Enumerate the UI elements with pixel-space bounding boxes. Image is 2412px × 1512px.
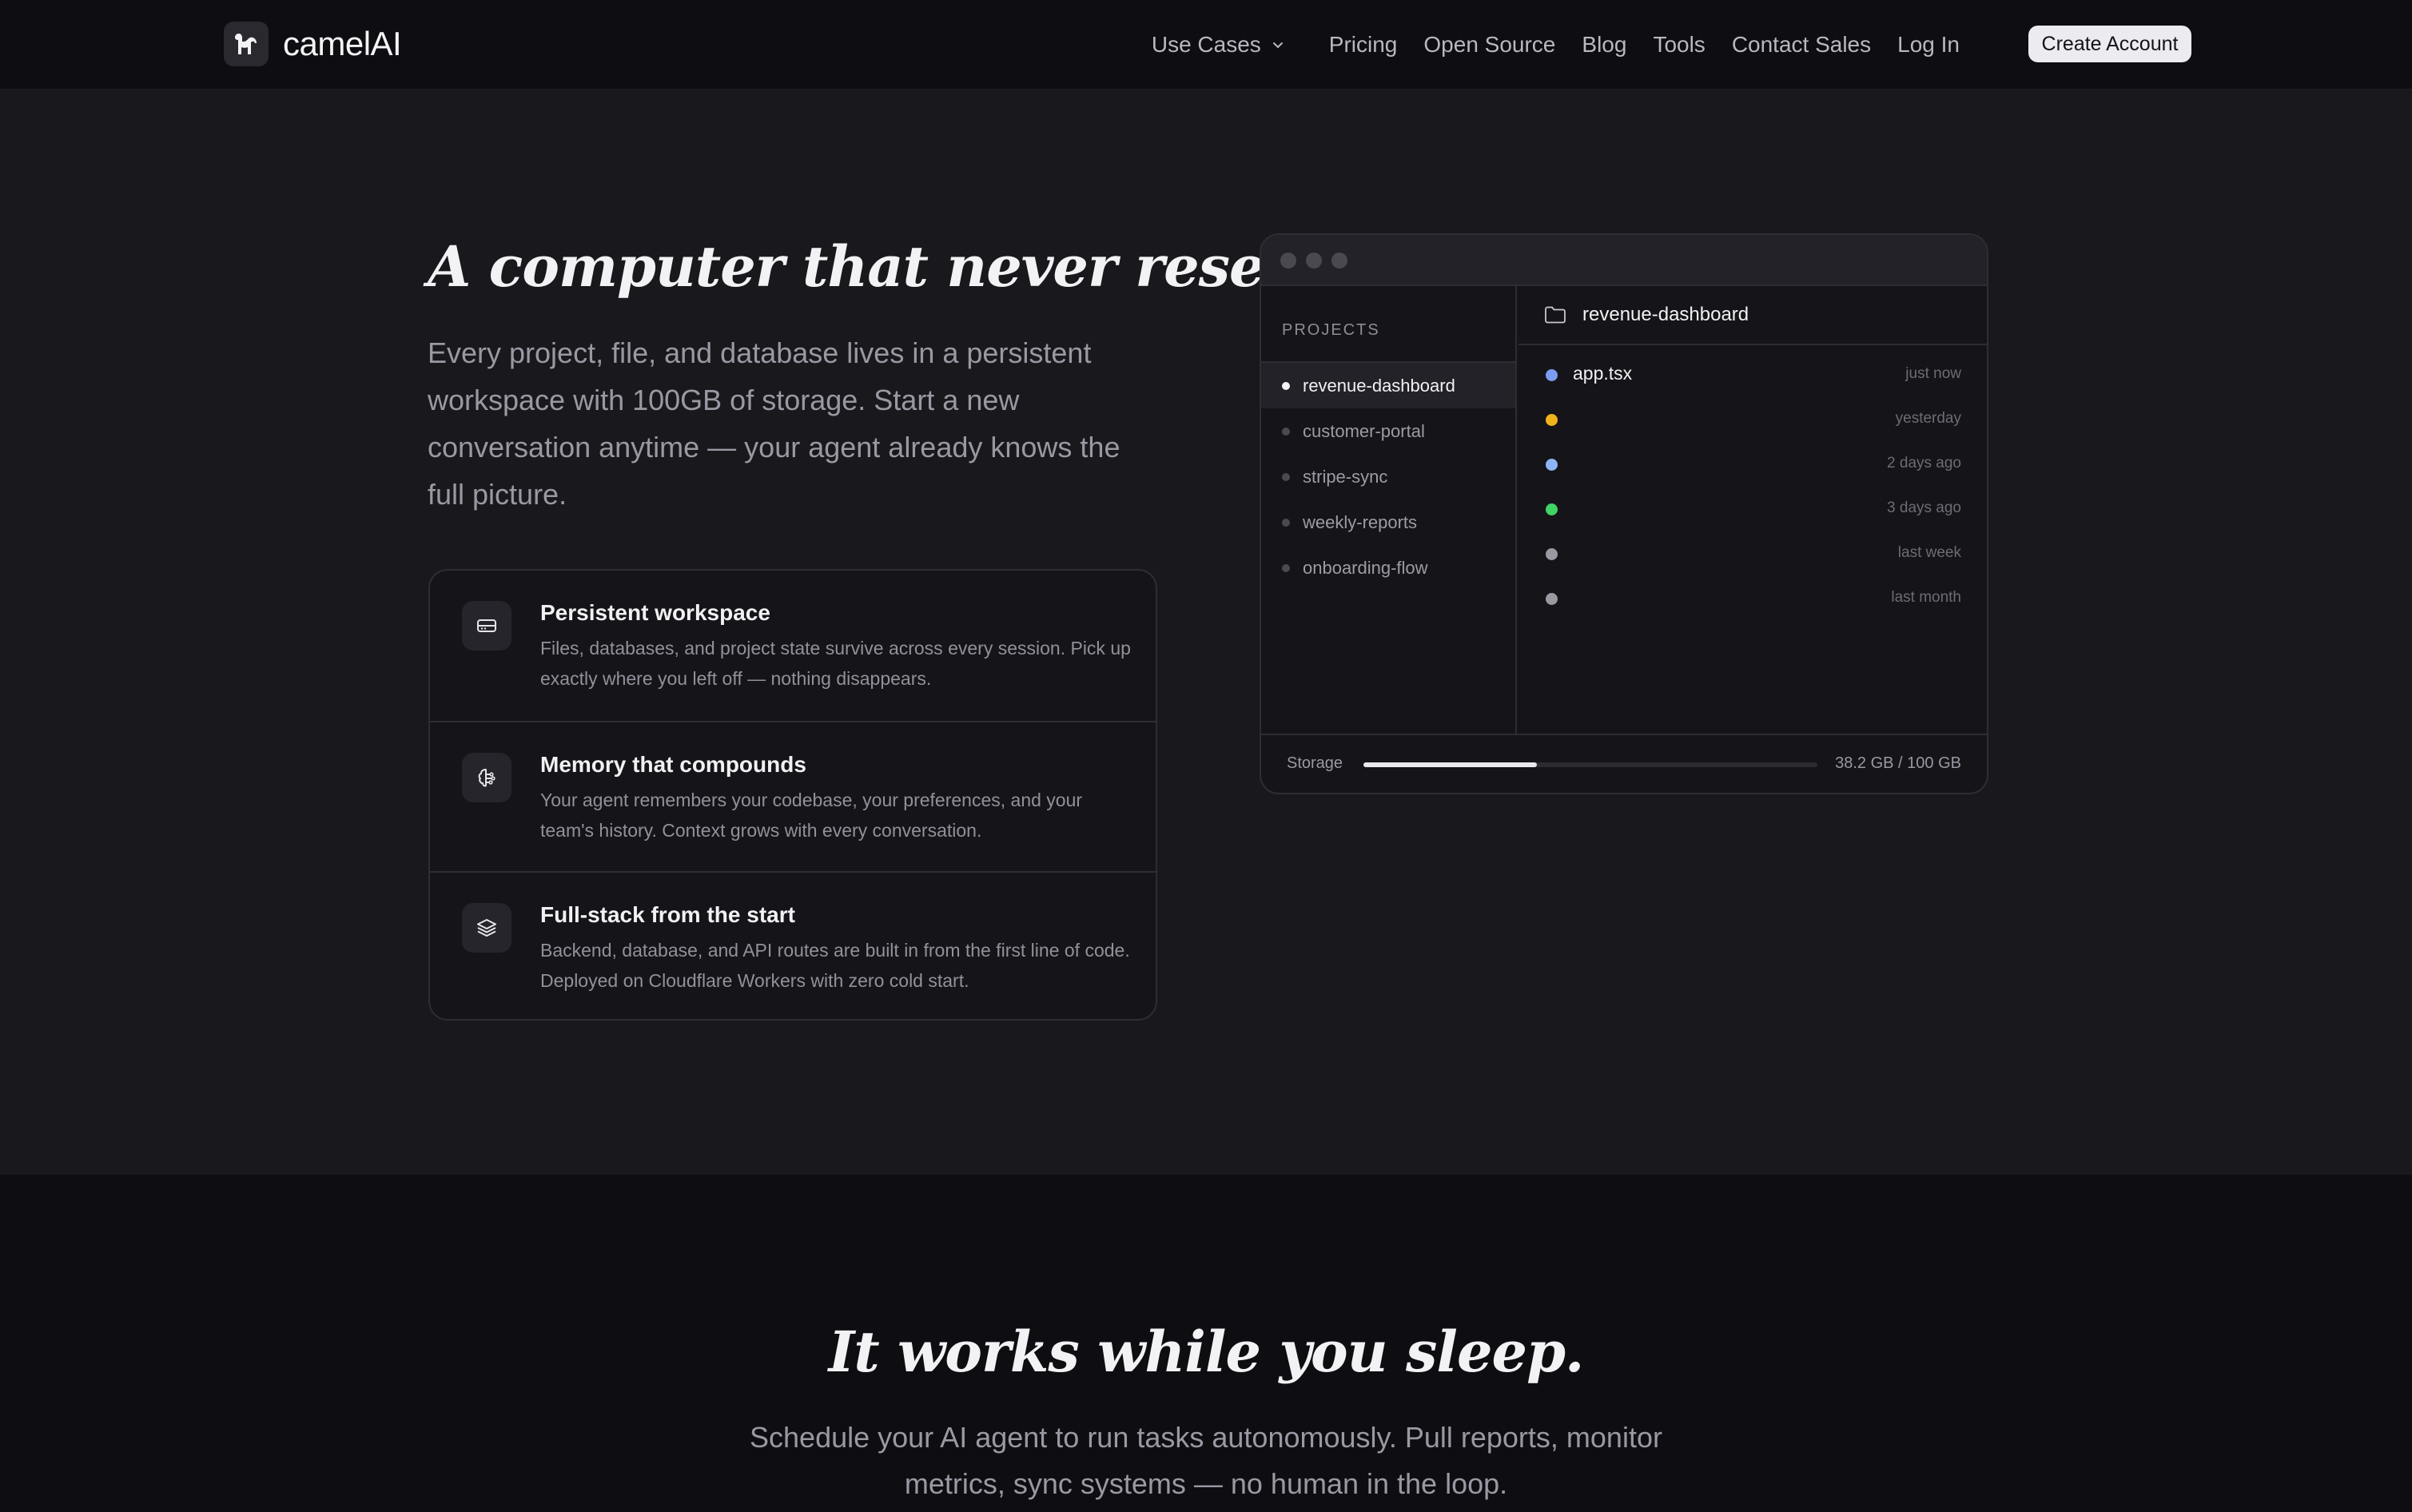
workspace-window: PROJECTS revenue-dashboard customer-port… [1260, 233, 1988, 794]
project-item-onboarding-flow[interactable]: onboarding-flow [1261, 545, 1515, 591]
file-modified-time: 2 days ago [1887, 455, 1961, 472]
window-dot-icon [1331, 253, 1347, 269]
file-modified-time: just now [1905, 365, 1961, 382]
brand-logo-link[interactable]: camelAI [224, 20, 402, 68]
window-titlebar [1261, 235, 1987, 286]
feature-title: Full-stack from the start [540, 902, 795, 927]
top-nav: camelAI Use Cases Pricing Open Source Bl… [0, 0, 2412, 90]
file-pane: revenue-dashboard app.tsx just now yesterd… [1518, 286, 1987, 734]
feature-card: Full-stack from the start Backend, datab… [430, 871, 1156, 1021]
create-account-button[interactable]: Create Account [2028, 26, 2191, 62]
hero-title: A computer that never resets. [428, 233, 1339, 300]
feature-description: Your agent remembers your codebase, your… [540, 790, 1083, 841]
nav-link-blog[interactable]: Blog [1582, 32, 1626, 58]
chevron-down-icon [1272, 42, 1283, 48]
folder-icon [1545, 306, 1566, 324]
hero-subtitle: Every project, file, and database lives … [428, 336, 1120, 511]
file-modified-time: 3 days ago [1887, 499, 1961, 516]
section-subtitle: Schedule your AI agent to run tasks auto… [750, 1421, 1662, 1500]
file-status-dot-icon [1546, 414, 1558, 426]
nav-link-open-source[interactable]: Open Source [1423, 32, 1555, 58]
feature-description: Backend, database, and API routes are bu… [540, 940, 1130, 991]
bullet-icon [1282, 519, 1290, 527]
projects-heading: PROJECTS [1282, 321, 1380, 339]
storage-value: 38.2 GB / 100 GB [1835, 754, 1961, 772]
window-dot-icon [1280, 253, 1296, 269]
file-row[interactable]: yesterday [1518, 396, 1987, 441]
window-dot-icon [1306, 253, 1322, 269]
file-status-dot-icon [1546, 593, 1558, 605]
file-row[interactable]: last month [1518, 575, 1987, 620]
nav-links: Use Cases Pricing Open Source Blog Tools… [1152, 24, 1960, 66]
file-modified-time: yesterday [1895, 410, 1961, 427]
project-label: revenue-dashboard [1303, 375, 1455, 396]
feature-list: Persistent workspace Files, databases, a… [428, 569, 1157, 1021]
project-item-revenue-dashboard[interactable]: revenue-dashboard [1261, 363, 1515, 408]
file-row[interactable]: app.tsx just now [1518, 352, 1987, 396]
file-status-dot-icon [1546, 459, 1558, 471]
feature-description: Files, databases, and project state surv… [540, 638, 1131, 689]
file-status-dot-icon [1546, 503, 1558, 515]
project-label: customer-portal [1303, 420, 1425, 441]
brand-name: camelAI [283, 25, 402, 62]
file-row[interactable]: 3 days ago [1518, 486, 1987, 531]
nav-link-label: Use Cases [1151, 32, 1261, 57]
file-modified-time: last month [1891, 589, 1961, 606]
camel-logo-icon [224, 22, 269, 66]
projects-sidebar: PROJECTS revenue-dashboard customer-port… [1261, 286, 1517, 734]
file-row[interactable]: 2 days ago [1518, 441, 1987, 486]
storage-bar: Storage 38.2 GB / 100 GB [1261, 734, 1987, 793]
bullet-icon [1282, 564, 1290, 572]
hard-drive-icon [462, 601, 511, 651]
nav-link-pricing[interactable]: Pricing [1329, 32, 1398, 58]
file-status-dot-icon [1546, 548, 1558, 560]
bullet-icon [1282, 428, 1290, 436]
file-status-dot-icon [1546, 369, 1558, 381]
project-item-stripe-sync[interactable]: stripe-sync [1261, 454, 1515, 499]
storage-progress-fill [1363, 762, 1537, 767]
feature-card: Memory that compounds Your agent remembe… [430, 721, 1156, 871]
project-item-weekly-reports[interactable]: weekly-reports [1261, 499, 1515, 545]
file-name: app.tsx [1573, 363, 1633, 384]
project-label: onboarding-flow [1303, 557, 1428, 578]
current-folder-name: revenue-dashboard [1582, 304, 1749, 325]
project-label: weekly-reports [1303, 511, 1418, 532]
brain-icon [462, 753, 511, 802]
file-pane-header: revenue-dashboard [1518, 286, 1987, 345]
nav-use-cases-dropdown[interactable]: Use Cases [1152, 32, 1285, 58]
feature-title: Persistent workspace [540, 600, 770, 625]
file-list: app.tsx just now yesterday 2 days ago 3 days… [1518, 352, 1987, 620]
feature-title: Memory that compounds [540, 752, 806, 777]
nav-link-log-in[interactable]: Log In [1897, 32, 1960, 58]
nav-link-tools[interactable]: Tools [1653, 32, 1705, 58]
file-row[interactable]: last week [1518, 531, 1987, 575]
bullet-icon [1282, 473, 1290, 481]
bullet-icon [1282, 382, 1290, 390]
section-title: It works while you sleep. [828, 1319, 1585, 1385]
project-item-customer-portal[interactable]: customer-portal [1261, 408, 1515, 454]
file-modified-time: last week [1897, 544, 1961, 561]
layers-icon [462, 903, 511, 953]
project-list: revenue-dashboard customer-portal stripe… [1261, 361, 1515, 591]
project-label: stripe-sync [1303, 466, 1388, 487]
automation-section: It works while you sleep. Schedule your … [0, 1175, 2412, 1512]
storage-label: Storage [1287, 754, 1343, 772]
storage-progress-track [1363, 762, 1817, 767]
nav-link-contact-sales[interactable]: Contact Sales [1732, 32, 1871, 58]
feature-card: Persistent workspace Files, databases, a… [430, 571, 1156, 721]
